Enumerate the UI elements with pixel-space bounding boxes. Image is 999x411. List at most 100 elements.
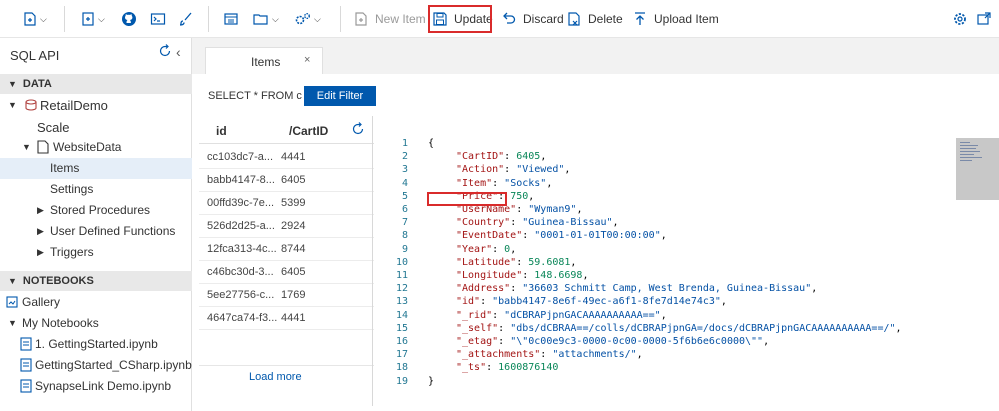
line-number: 1 bbox=[401, 138, 408, 149]
line-number: 11 bbox=[395, 270, 408, 281]
tree-item-my-notebooks[interactable]: ▼ My Notebooks bbox=[0, 313, 192, 334]
table-row[interactable]: 12fca313-4c... 8744 bbox=[199, 238, 374, 261]
row-id: cc103dc7-a... bbox=[207, 151, 274, 163]
data-section-header[interactable]: ▼ DATA bbox=[0, 74, 192, 94]
json-key: "Latitude" bbox=[456, 256, 517, 268]
table-row[interactable]: 526d2d25-a... 2924 bbox=[199, 215, 374, 238]
refresh-button[interactable] bbox=[158, 44, 172, 61]
settings-button[interactable] bbox=[952, 11, 968, 30]
code-line: "Address": "36603 Schmitt Camp, West Bre… bbox=[456, 283, 818, 295]
new-container-dropdown[interactable]: ⌵ bbox=[22, 0, 47, 38]
toolbar-separator bbox=[64, 6, 65, 32]
highlight-box bbox=[427, 192, 507, 206]
notebooks-section-label: NOTEBOOKS bbox=[22, 275, 94, 287]
upload-item-button[interactable]: Upload Item bbox=[632, 0, 719, 38]
tab-items[interactable]: Items × bbox=[205, 47, 323, 74]
json-value: 148.6698 bbox=[534, 270, 583, 281]
line-number: 16 bbox=[395, 336, 408, 347]
settings-dropdown[interactable]: ⌵ bbox=[294, 0, 321, 38]
json-key: "Country" bbox=[456, 217, 511, 229]
code-line: "_self": "dbs/dCBRAA==/colls/dCBRAPjpnGA… bbox=[456, 322, 902, 334]
delete-button[interactable]: Delete bbox=[566, 0, 623, 38]
caret-down-icon: ▼ bbox=[8, 318, 17, 328]
open-full-screen-button[interactable] bbox=[976, 11, 992, 30]
table-row[interactable]: cc103dc7-a... 4441 bbox=[199, 146, 374, 169]
collapse-panel-button[interactable]: ‹ bbox=[176, 44, 181, 60]
settings-brush-button[interactable] bbox=[178, 0, 194, 38]
edit-filter-button[interactable]: Edit Filter bbox=[304, 86, 376, 106]
query-text: SELECT * FROM c bbox=[208, 90, 302, 102]
minimap-line bbox=[960, 148, 976, 149]
code-line: "_attachments": "attachments/", bbox=[456, 349, 643, 361]
row-cartid: 1769 bbox=[281, 289, 306, 301]
table-row[interactable]: c46bc30d-3... 6405 bbox=[199, 261, 374, 284]
notebook-file-icon bbox=[20, 379, 32, 400]
notebook-label: GettingStarted_CSharp.ipynb bbox=[35, 358, 192, 372]
highlight-box bbox=[428, 5, 492, 33]
json-value: "\"0c00e9c3-0000-0c00-0000-5f6b6e6c0000\… bbox=[510, 336, 764, 347]
my-notebooks-label: My Notebooks bbox=[22, 316, 99, 330]
discard-button[interactable]: Discard bbox=[501, 0, 564, 38]
chevron-down-icon: ⌵ bbox=[98, 13, 105, 24]
library-button[interactable] bbox=[223, 0, 239, 38]
row-cartid: 6405 bbox=[281, 266, 306, 278]
minimap-line bbox=[960, 157, 982, 158]
tree-item-database[interactable]: ▼ RetailDemo bbox=[0, 95, 192, 116]
terminal-button[interactable] bbox=[150, 0, 166, 38]
gears-icon bbox=[294, 11, 312, 27]
new-item-button[interactable]: New Item bbox=[353, 0, 426, 38]
github-icon bbox=[121, 11, 137, 27]
tree-item-gallery[interactable]: Gallery bbox=[0, 292, 192, 313]
table-row[interactable]: babb4147-8... 6405 bbox=[199, 169, 374, 192]
row-id: 12fca313-4c... bbox=[207, 243, 277, 255]
tree-item-udfs[interactable]: ▶ User Defined Functions bbox=[0, 221, 192, 242]
table-row[interactable]: 4647ca74-f3... 4441 bbox=[199, 307, 374, 330]
tree-item-notebook[interactable]: SynapseLink Demo.ipynb bbox=[0, 376, 192, 397]
json-value: "dCBRAPjpnGACAAAAAAAAAA==" bbox=[504, 309, 661, 321]
tree-item-notebook[interactable]: GettingStarted_CSharp.ipynb bbox=[0, 355, 192, 376]
notebook-label: SynapseLink Demo.ipynb bbox=[35, 379, 172, 393]
database-icon bbox=[24, 98, 38, 119]
tree-item-items[interactable]: Items bbox=[0, 158, 192, 179]
refresh-icon bbox=[158, 44, 172, 61]
line-number: 10 bbox=[395, 256, 408, 268]
json-key: "Action" bbox=[456, 164, 505, 176]
json-value: "Viewed" bbox=[516, 164, 565, 176]
tree-item-triggers[interactable]: ▶ Triggers bbox=[0, 242, 192, 263]
notebooks-section-header[interactable]: ▼ NOTEBOOKS bbox=[0, 271, 192, 291]
tree-item-scale[interactable]: Scale bbox=[0, 117, 192, 138]
discard-label: Discard bbox=[523, 12, 564, 26]
json-key: "EventDate" bbox=[456, 230, 523, 242]
chevron-left-icon: ‹ bbox=[176, 44, 181, 60]
open-dropdown[interactable]: ⌵ bbox=[252, 0, 279, 38]
close-icon[interactable]: × bbox=[304, 54, 310, 66]
splitter[interactable] bbox=[372, 116, 373, 406]
json-key: "id" bbox=[456, 296, 481, 308]
tree-item-notebook[interactable]: 1. GettingStarted.ipynb bbox=[0, 334, 192, 355]
gallery-label: Gallery bbox=[22, 295, 61, 309]
json-value: "Guinea-Bissau" bbox=[522, 217, 613, 229]
line-number: 6 bbox=[401, 204, 408, 215]
tree-item-settings[interactable]: Settings bbox=[0, 179, 192, 200]
json-key: "CartID" bbox=[456, 151, 505, 163]
caret-down-icon: ▼ bbox=[8, 276, 17, 286]
code-line: "Action": "Viewed", bbox=[456, 164, 571, 176]
tree-item-container[interactable]: ▼ WebsiteData bbox=[0, 137, 192, 158]
refresh-documents-button[interactable] bbox=[351, 122, 365, 139]
tree-item-stored-procedures[interactable]: ▶ Stored Procedures bbox=[0, 200, 192, 221]
new-item-icon bbox=[353, 11, 369, 27]
load-more-link[interactable]: Load more bbox=[249, 371, 302, 383]
column-header-cartid: /CartID bbox=[289, 124, 329, 138]
new-notebook-dropdown[interactable]: ⌵ bbox=[80, 0, 105, 38]
minimap[interactable] bbox=[956, 138, 999, 200]
database-label: RetailDemo bbox=[40, 98, 108, 113]
line-number: 17 bbox=[395, 349, 408, 361]
github-button[interactable] bbox=[121, 0, 137, 38]
table-row[interactable]: 00ffd39c-7e... 5399 bbox=[199, 192, 374, 215]
table-row[interactable]: 5ee27756-c... 1769 bbox=[199, 284, 374, 307]
settings-label: Settings bbox=[50, 182, 94, 196]
row-id: 00ffd39c-7e... bbox=[207, 197, 275, 209]
json-key: "_self" bbox=[456, 322, 499, 334]
row-id: 4647ca74-f3... bbox=[207, 312, 278, 324]
chevron-down-icon: ⌵ bbox=[314, 13, 321, 24]
